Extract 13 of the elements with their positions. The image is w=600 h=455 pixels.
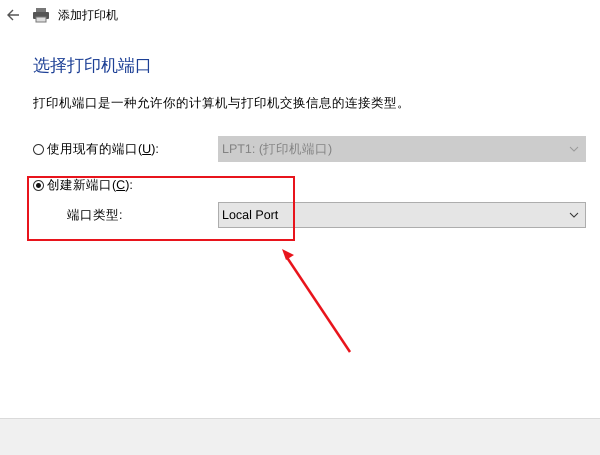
window-title: 添加打印机: [58, 6, 118, 24]
radio-button[interactable]: [33, 180, 44, 190]
page-heading: 选择打印机端口: [33, 55, 153, 77]
port-type-label: 端口类型:: [67, 206, 122, 224]
back-arrow-icon[interactable]: [6, 8, 20, 22]
port-type-dropdown[interactable]: Local Port: [218, 202, 586, 228]
description-text: 打印机端口是一种允许你的计算机与打印机交换信息的连接类型。: [33, 95, 411, 112]
radio-button[interactable]: [33, 144, 44, 154]
printer-icon: [32, 7, 50, 23]
option-label: 使用现有的端口(U):: [47, 140, 159, 158]
chevron-icon: [569, 146, 579, 152]
option-label: 创建新端口(C):: [47, 176, 133, 194]
chevron-icon: [569, 212, 579, 218]
